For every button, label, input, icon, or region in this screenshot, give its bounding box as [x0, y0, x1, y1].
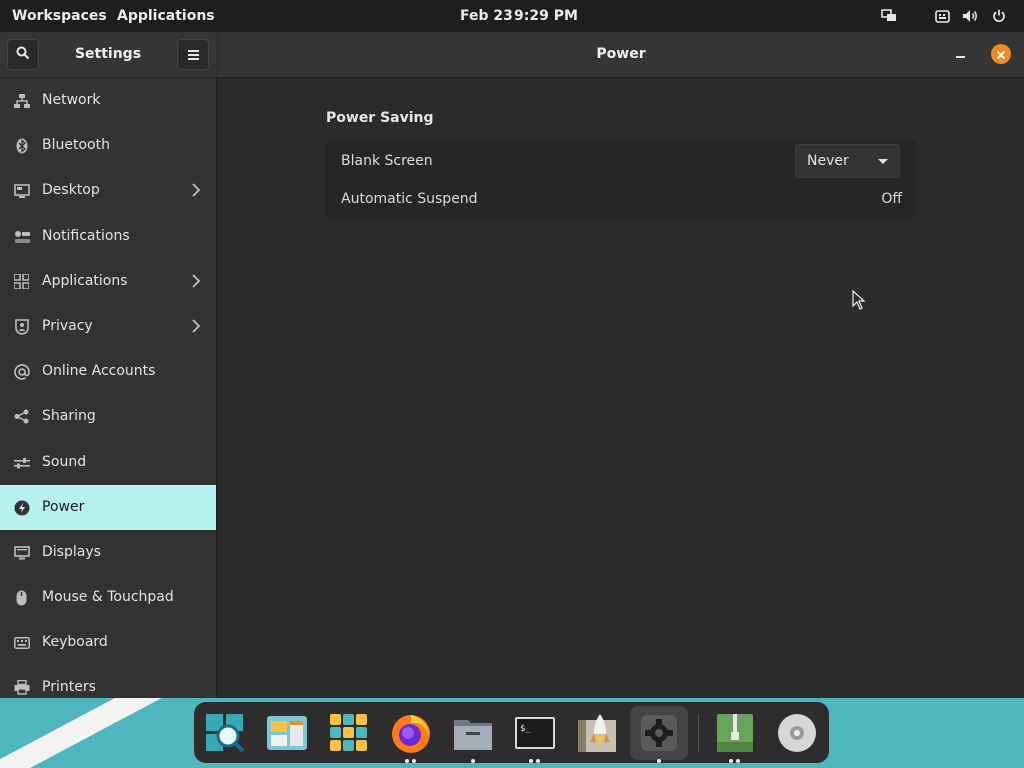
automatic-suspend-label: Automatic Suspend	[341, 191, 478, 207]
running-indicator	[729, 759, 740, 763]
sidebar-item-bluetooth[interactable]: Bluetooth	[0, 123, 216, 168]
sidebar-item-applications[interactable]: Applications	[0, 259, 216, 304]
sidebar-item-network[interactable]: Network	[0, 78, 216, 123]
displays-icon	[13, 544, 30, 561]
power-saving-list: Blank Screen Never Automatic Suspend Off	[326, 140, 916, 219]
sound-icon	[13, 454, 30, 471]
svg-text:$_: $_	[520, 724, 531, 734]
dock: $_	[194, 702, 829, 763]
menu-button[interactable]	[177, 39, 209, 70]
running-indicator	[657, 759, 661, 763]
chevron-right-icon	[188, 273, 204, 289]
settings-gear-icon[interactable]	[630, 706, 688, 760]
section-title: Power Saving	[326, 110, 434, 126]
mouse-cursor-icon	[852, 289, 866, 314]
notifications-icon	[13, 228, 30, 245]
settings-window: Settings Network Bluetooth Desktop Notif…	[0, 32, 1024, 698]
sidebar-item-privacy[interactable]: Privacy	[0, 304, 216, 349]
content-pane: Power Saving Blank Screen Never Automati…	[218, 78, 1024, 698]
running-indicator	[529, 759, 540, 763]
blank-screen-value: Never	[807, 153, 849, 169]
power-bolt-icon	[13, 499, 30, 516]
minimize-button[interactable]	[950, 44, 970, 64]
top-panel: Workspaces Applications Feb 23 9:29 PM	[0, 0, 1024, 32]
sidebar-item-label: Sharing	[42, 408, 96, 424]
applications-menu-button[interactable]: Applications	[117, 0, 215, 32]
power-icon[interactable]	[989, 0, 1009, 32]
app-grid-icon[interactable]	[326, 710, 372, 756]
sidebar-item-label: Privacy	[42, 318, 93, 334]
minimize-icon	[950, 49, 970, 68]
sidebar-item-label: Sound	[42, 454, 87, 470]
disc-icon[interactable]	[774, 710, 820, 756]
rocket-launcher-icon[interactable]	[574, 710, 620, 756]
desktop-icon	[13, 182, 30, 199]
sidebar-item-sharing[interactable]: Sharing	[0, 394, 216, 439]
content-header: Power	[218, 32, 1024, 78]
workspaces-button[interactable]: Workspaces	[12, 0, 107, 32]
dock-separator	[698, 714, 699, 752]
running-indicator	[471, 759, 475, 763]
running-indicator	[405, 759, 416, 763]
page-title: Power	[596, 46, 646, 62]
date-label[interactable]: Feb 23	[460, 0, 513, 32]
keyboard-icon	[13, 634, 30, 651]
sidebar-item-label: Online Accounts	[42, 363, 156, 379]
blank-screen-label: Blank Screen	[341, 153, 433, 169]
printer-icon	[13, 679, 30, 696]
sidebar: Network Bluetooth Desktop Notifications	[0, 78, 217, 698]
sidebar-item-label: Mouse & Touchpad	[42, 589, 174, 605]
share-icon	[13, 408, 30, 425]
wallpaper-stripe	[0, 698, 192, 768]
sidebar-item-label: Applications	[42, 273, 128, 289]
close-button[interactable]	[991, 44, 1011, 64]
sidebar-item-notifications[interactable]: Notifications	[0, 214, 216, 259]
sidebar-item-label: Bluetooth	[42, 137, 110, 153]
search-button[interactable]	[7, 39, 39, 70]
search-app-icon[interactable]	[202, 710, 248, 756]
window-manager-app-icon[interactable]	[264, 710, 310, 756]
sidebar-item-mouse-touchpad[interactable]: Mouse & Touchpad	[0, 575, 216, 620]
time-label[interactable]: 9:29 PM	[514, 0, 578, 32]
sidebar-header: Settings	[0, 32, 217, 78]
keyboard-tray-icon[interactable]	[932, 0, 952, 32]
sidebar-item-keyboard[interactable]: Keyboard	[0, 620, 216, 665]
sidebar-item-label: Printers	[42, 679, 96, 695]
display-switch-icon[interactable]	[878, 0, 900, 32]
network-icon	[13, 92, 30, 109]
sidebar-item-printers[interactable]: Printers	[0, 665, 216, 698]
at-sign-icon	[13, 363, 30, 380]
file-manager-icon[interactable]	[450, 710, 496, 756]
archive-manager-icon[interactable]	[712, 710, 758, 756]
sidebar-title: Settings	[74, 46, 142, 62]
sidebar-item-displays[interactable]: Displays	[0, 530, 216, 575]
sidebar-item-sound[interactable]: Sound	[0, 440, 216, 485]
hamburger-menu-icon	[187, 45, 199, 64]
sidebar-item-desktop[interactable]: Desktop	[0, 168, 216, 213]
search-icon	[16, 45, 30, 64]
applications-grid-icon	[13, 273, 30, 290]
chevron-right-icon	[188, 318, 204, 334]
automatic-suspend-value: Off	[881, 191, 902, 207]
chevron-right-icon	[188, 182, 204, 198]
sidebar-item-label: Keyboard	[42, 634, 108, 650]
sidebar-item-label: Power	[42, 499, 85, 515]
blank-screen-row: Blank Screen Never	[326, 142, 916, 180]
sidebar-item-label: Displays	[42, 544, 101, 560]
close-icon	[996, 45, 1006, 64]
bluetooth-icon	[13, 137, 30, 154]
sidebar-item-label: Network	[42, 92, 101, 108]
privacy-icon	[13, 318, 30, 335]
automatic-suspend-row[interactable]: Automatic Suspend Off	[326, 180, 916, 218]
blank-screen-dropdown[interactable]: Never	[795, 144, 900, 178]
sidebar-item-label: Notifications	[42, 228, 130, 244]
sidebar-item-online-accounts[interactable]: Online Accounts	[0, 349, 216, 394]
sidebar-item-label: Desktop	[42, 182, 100, 198]
chevron-down-icon	[878, 159, 888, 164]
mouse-icon	[13, 589, 30, 606]
terminal-icon[interactable]: $_	[512, 710, 558, 756]
volume-icon[interactable]	[960, 0, 980, 32]
sidebar-item-power[interactable]: Power	[0, 485, 216, 530]
firefox-icon[interactable]	[388, 710, 434, 756]
